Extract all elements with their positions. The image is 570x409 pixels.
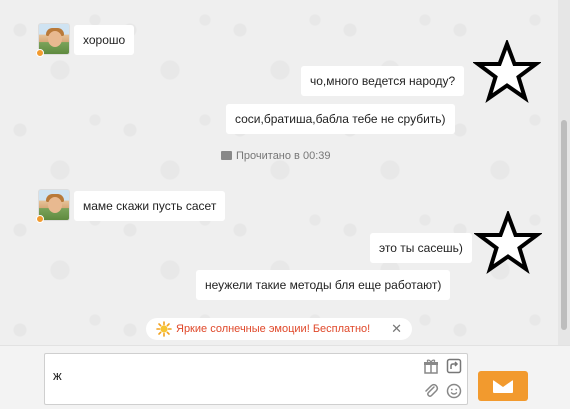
- message-bubble-incoming: хорошо: [74, 25, 135, 55]
- online-status-dot: [36, 215, 44, 223]
- gift-icon[interactable]: [423, 358, 439, 374]
- promo-banner[interactable]: Яркие солнечные эмоции! Бесплатно! ✕: [146, 318, 412, 340]
- online-status-dot: [36, 49, 44, 57]
- message-bubble-incoming: маме скажи пусть сасет: [74, 191, 226, 221]
- message-bubble-outgoing: соси,братиша,бабла тебе не срубить): [226, 104, 455, 134]
- message-bubble-outgoing: чо,много ведется народу?: [301, 66, 465, 96]
- envelope-icon: [493, 380, 513, 393]
- smiley-icon[interactable]: [446, 383, 462, 399]
- avatar[interactable]: [36, 23, 70, 57]
- message-text: маме скажи пусть сасет: [83, 199, 217, 213]
- promo-text: Яркие солнечные эмоции! Бесплатно!: [176, 323, 371, 335]
- sun-icon: [156, 321, 172, 337]
- send-button[interactable]: [478, 371, 528, 401]
- read-status: Прочитано в 00:39: [221, 148, 330, 164]
- paperclip-icon[interactable]: [423, 383, 439, 399]
- close-icon[interactable]: ✕: [391, 318, 402, 340]
- message-input-value[interactable]: ж: [53, 368, 62, 383]
- message-text: это ты сасешь): [379, 241, 463, 255]
- message-text: хорошо: [83, 33, 126, 47]
- message-text: соси,братиша,бабла тебе не срубить): [235, 112, 446, 126]
- message-input[interactable]: ж: [44, 353, 468, 405]
- message-bubble-outgoing: неужели такие методы бля еще работают): [196, 270, 451, 300]
- chat-area: хорошо чо,много ведется народу? соси,бра…: [0, 0, 558, 345]
- message-bubble-outgoing: это ты сасешь): [370, 233, 472, 263]
- avatar[interactable]: [36, 189, 70, 223]
- envelope-icon: [221, 151, 232, 160]
- scrollbar[interactable]: [558, 0, 570, 345]
- star-drawing: [474, 211, 542, 274]
- scrollbar-thumb[interactable]: [561, 120, 567, 330]
- input-area: ж: [0, 345, 570, 409]
- share-icon[interactable]: [446, 358, 462, 374]
- read-status-text: Прочитано в 00:39: [236, 150, 331, 162]
- message-text: неужели такие методы бля еще работают): [205, 278, 442, 292]
- star-drawing: [473, 40, 541, 103]
- message-text: чо,много ведется народу?: [310, 74, 456, 88]
